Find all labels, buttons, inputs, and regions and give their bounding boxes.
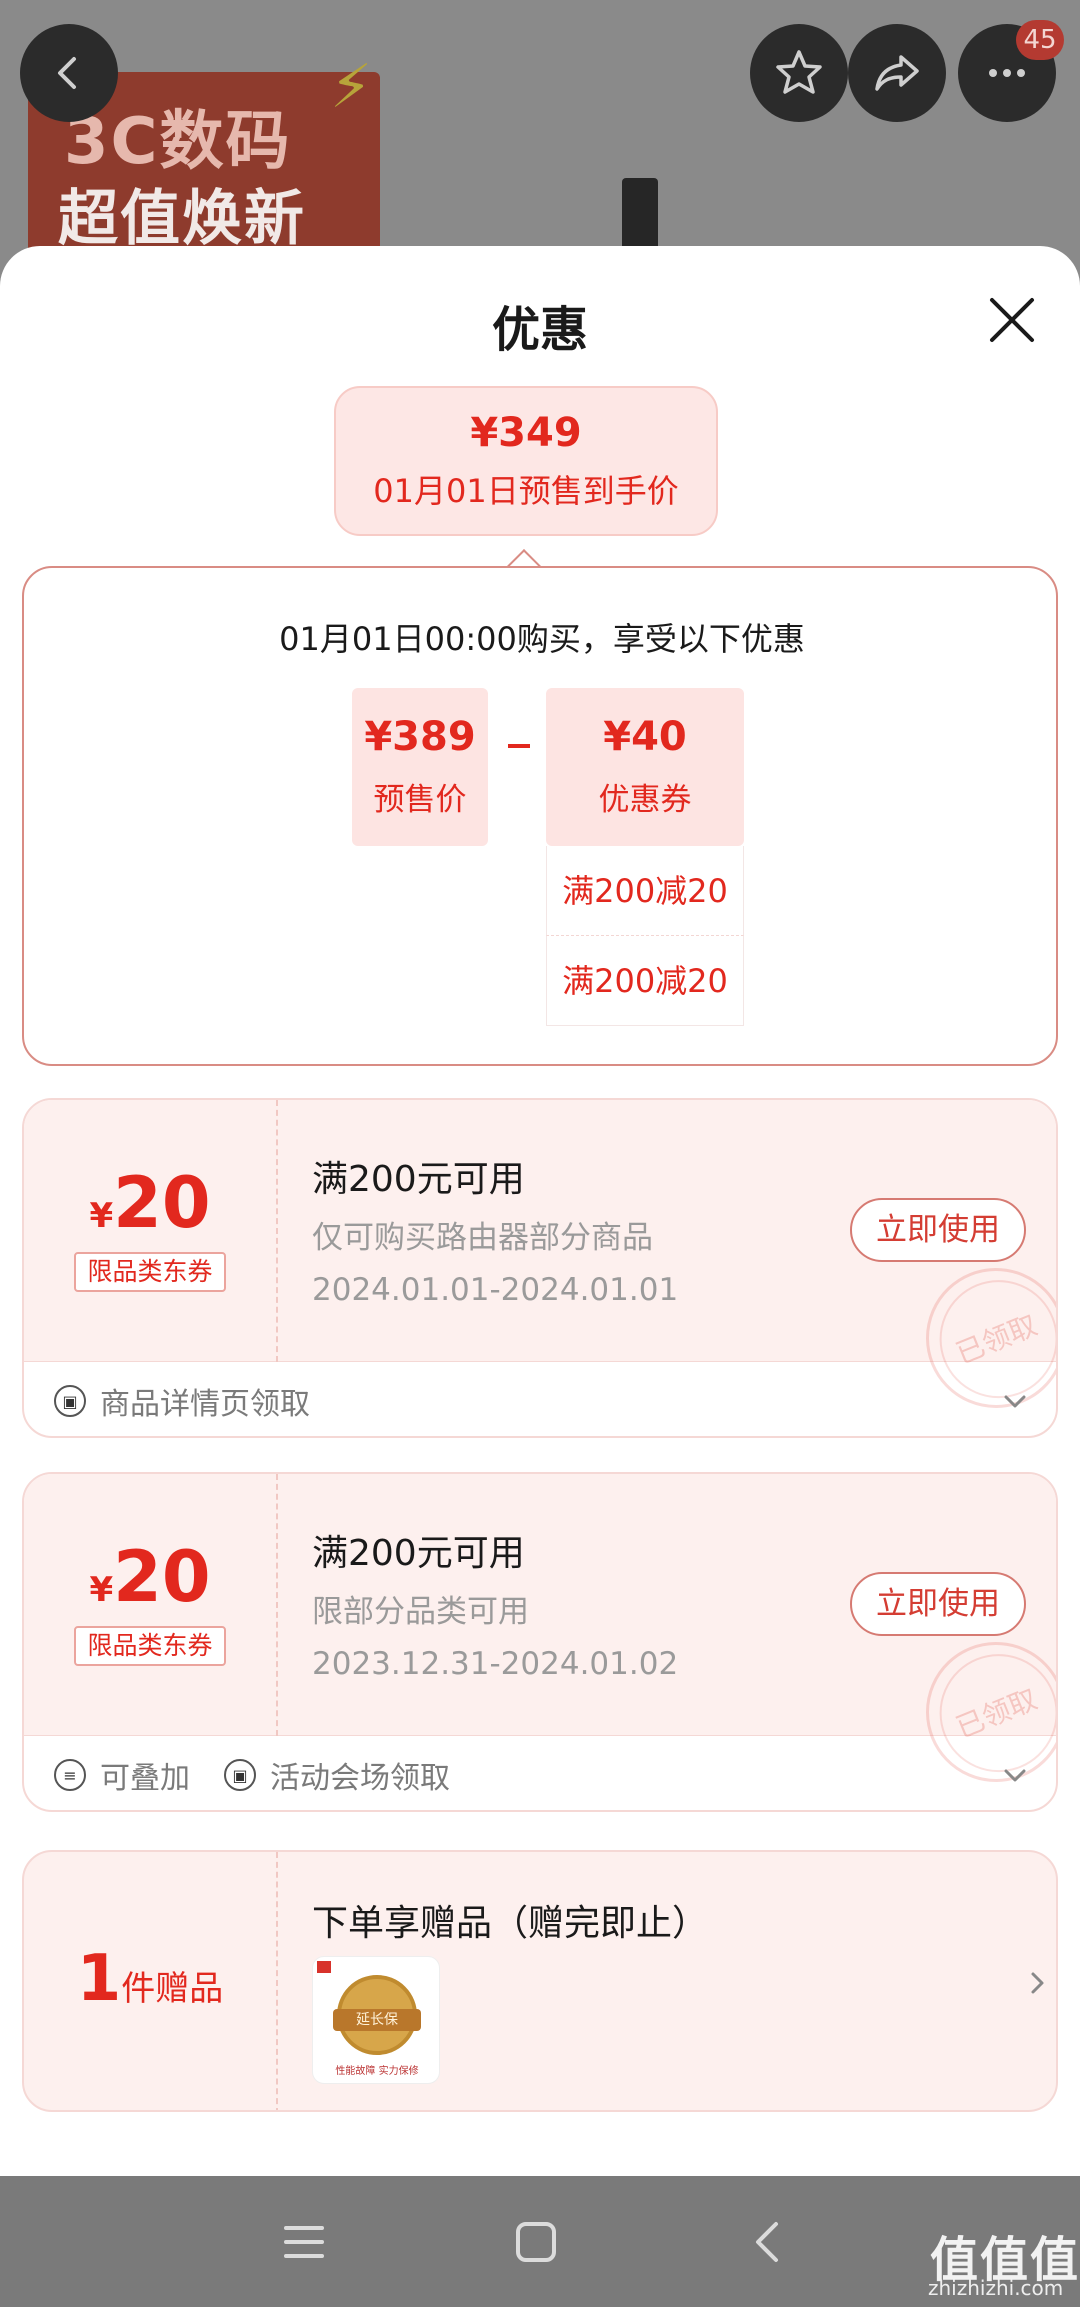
coupon-footer[interactable]: ▣ 商品详情页领取 — [24, 1362, 1056, 1436]
presale-price-amount: ¥389 — [364, 714, 476, 760]
lightning-icon: ⚡ — [330, 52, 373, 122]
stackable-label: 可叠加 — [100, 1761, 190, 1796]
dashed-divider — [276, 1100, 278, 1362]
gift-card[interactable]: 1件赠品 下单享赠品（赠完即止） 延长保 性能故障 实力保修 — [22, 1850, 1058, 2112]
ticket-icon: ▣ — [54, 1385, 86, 1417]
coupon-type-tag: 限品类东券 — [74, 1626, 226, 1666]
final-price-amount: ¥349 — [470, 410, 582, 456]
discount-item: 满200减20 — [546, 846, 744, 936]
gift-count: 1件赠品 — [24, 1942, 276, 2016]
message-count-badge: 45 — [1016, 20, 1064, 60]
coupon-title: 满200元可用 — [312, 1159, 525, 1200]
coupon-card: ¥20 限品类东券 满200元可用 限部分品类可用 2023.12.31-202… — [22, 1472, 1058, 1812]
coupon-body: ¥20 限品类东券 满200元可用 限部分品类可用 2023.12.31-202… — [24, 1474, 1056, 1804]
coupon-discount-tile: ¥40 优惠券 — [546, 688, 744, 846]
sheet-title: 优惠 — [491, 302, 588, 358]
use-now-button[interactable]: 立即使用 — [850, 1198, 1026, 1262]
close-icon — [990, 298, 1034, 342]
gift-image[interactable]: 延长保 性能故障 实力保修 — [312, 1956, 440, 2084]
coupon-amount: ¥20 — [24, 1536, 276, 1618]
coupon-discount-amount: ¥40 — [603, 714, 687, 760]
chevron-right-icon[interactable] — [1024, 1970, 1050, 1996]
dashed-divider — [276, 1474, 278, 1736]
calculation-headline: 01月01日00:00购买，享受以下优惠 — [279, 620, 805, 658]
coupon-amount: ¥20 — [24, 1162, 276, 1244]
dashed-divider — [276, 1852, 278, 2110]
coupon-discount-label: 优惠券 — [598, 782, 692, 818]
coupon-validity: 2023.12.31-2024.01.02 — [312, 1646, 679, 1682]
home-icon[interactable] — [506, 2212, 566, 2272]
chevron-down-icon[interactable] — [1002, 1388, 1028, 1414]
gift-count-panel: 1件赠品 — [24, 1852, 276, 2110]
coupon-footer[interactable]: ≡ 可叠加 ▣ 活动会场领取 — [24, 1736, 1056, 1810]
coupon-value: 20 — [113, 1536, 211, 1618]
chevron-down-icon[interactable] — [1002, 1762, 1028, 1788]
price-calculation-box: 01月01日00:00购买，享受以下优惠 ¥389 预售价 ¥40 优惠券 满2… — [22, 566, 1058, 1066]
coupon-body: ¥20 限品类东券 满200元可用 仅可购买路由器部分商品 2024.01.01… — [24, 1100, 1056, 1430]
use-now-button[interactable]: 立即使用 — [850, 1572, 1026, 1636]
presale-price-label: 预售价 — [373, 782, 467, 818]
coupon-source-label: 商品详情页领取 — [100, 1387, 310, 1422]
banner-line2: 超值焕新 — [58, 184, 306, 254]
stackable-info: ≡ 可叠加 — [54, 1736, 190, 1810]
final-price-label: 01月01日预售到手价 — [373, 472, 679, 510]
star-icon — [776, 50, 822, 94]
coupon-value-panel: ¥20 限品类东券 — [24, 1474, 276, 1736]
coupon-source: ▣ 商品详情页领取 — [54, 1362, 310, 1436]
coupon-card: ¥20 限品类东券 满200元可用 仅可购买路由器部分商品 2024.01.01… — [22, 1098, 1058, 1438]
discount-item: 满200减20 — [546, 936, 744, 1026]
stack-icon: ≡ — [54, 1759, 86, 1791]
currency-symbol: ¥ — [89, 1570, 114, 1610]
back-arrow-icon — [58, 57, 76, 89]
coupon-validity: 2024.01.01-2024.01.01 — [312, 1272, 679, 1308]
brand-mark — [317, 1961, 331, 1973]
ticket-icon: ▣ — [224, 1759, 256, 1791]
currency-symbol: ¥ — [89, 1196, 114, 1236]
gift-title: 下单享赠品（赠完即止） — [312, 1903, 709, 1944]
coupon-description: 仅可购买路由器部分商品 — [312, 1220, 653, 1256]
watermark-url: zhizhizhi.com — [928, 2276, 1064, 2300]
menu-icon[interactable] — [274, 2212, 334, 2272]
discount-sheet: 优惠 ¥349 01月01日预售到手价 01月01日00:00购买，享受以下优惠… — [0, 246, 1080, 2176]
favorite-button[interactable] — [750, 24, 848, 122]
presale-price-tile: ¥389 预售价 — [352, 688, 488, 846]
coupon-value: 20 — [113, 1162, 211, 1244]
system-nav-bar — [0, 2176, 1080, 2307]
gift-count-number: 1 — [76, 1942, 122, 2016]
warranty-caption: 性能故障 实力保修 — [335, 2066, 419, 2077]
back-icon[interactable] — [738, 2212, 798, 2272]
back-button[interactable] — [20, 24, 118, 122]
coupon-source: ▣ 活动会场领取 — [224, 1736, 450, 1810]
share-icon — [875, 55, 919, 91]
final-price-box: ¥349 01月01日预售到手价 — [334, 386, 718, 536]
coupon-value-panel: ¥20 限品类东券 — [24, 1100, 276, 1362]
coupon-title: 满200元可用 — [312, 1533, 525, 1574]
coupon-source-label: 活动会场领取 — [270, 1761, 450, 1796]
gift-count-unit: 件赠品 — [121, 1969, 224, 2009]
coupon-type-tag: 限品类东券 — [74, 1252, 226, 1292]
coupon-description: 限部分品类可用 — [312, 1594, 529, 1630]
share-button[interactable] — [848, 24, 946, 122]
warranty-badge-label: 延长保 — [333, 2009, 421, 2031]
close-button[interactable] — [982, 290, 1042, 350]
minus-sign — [508, 744, 530, 748]
